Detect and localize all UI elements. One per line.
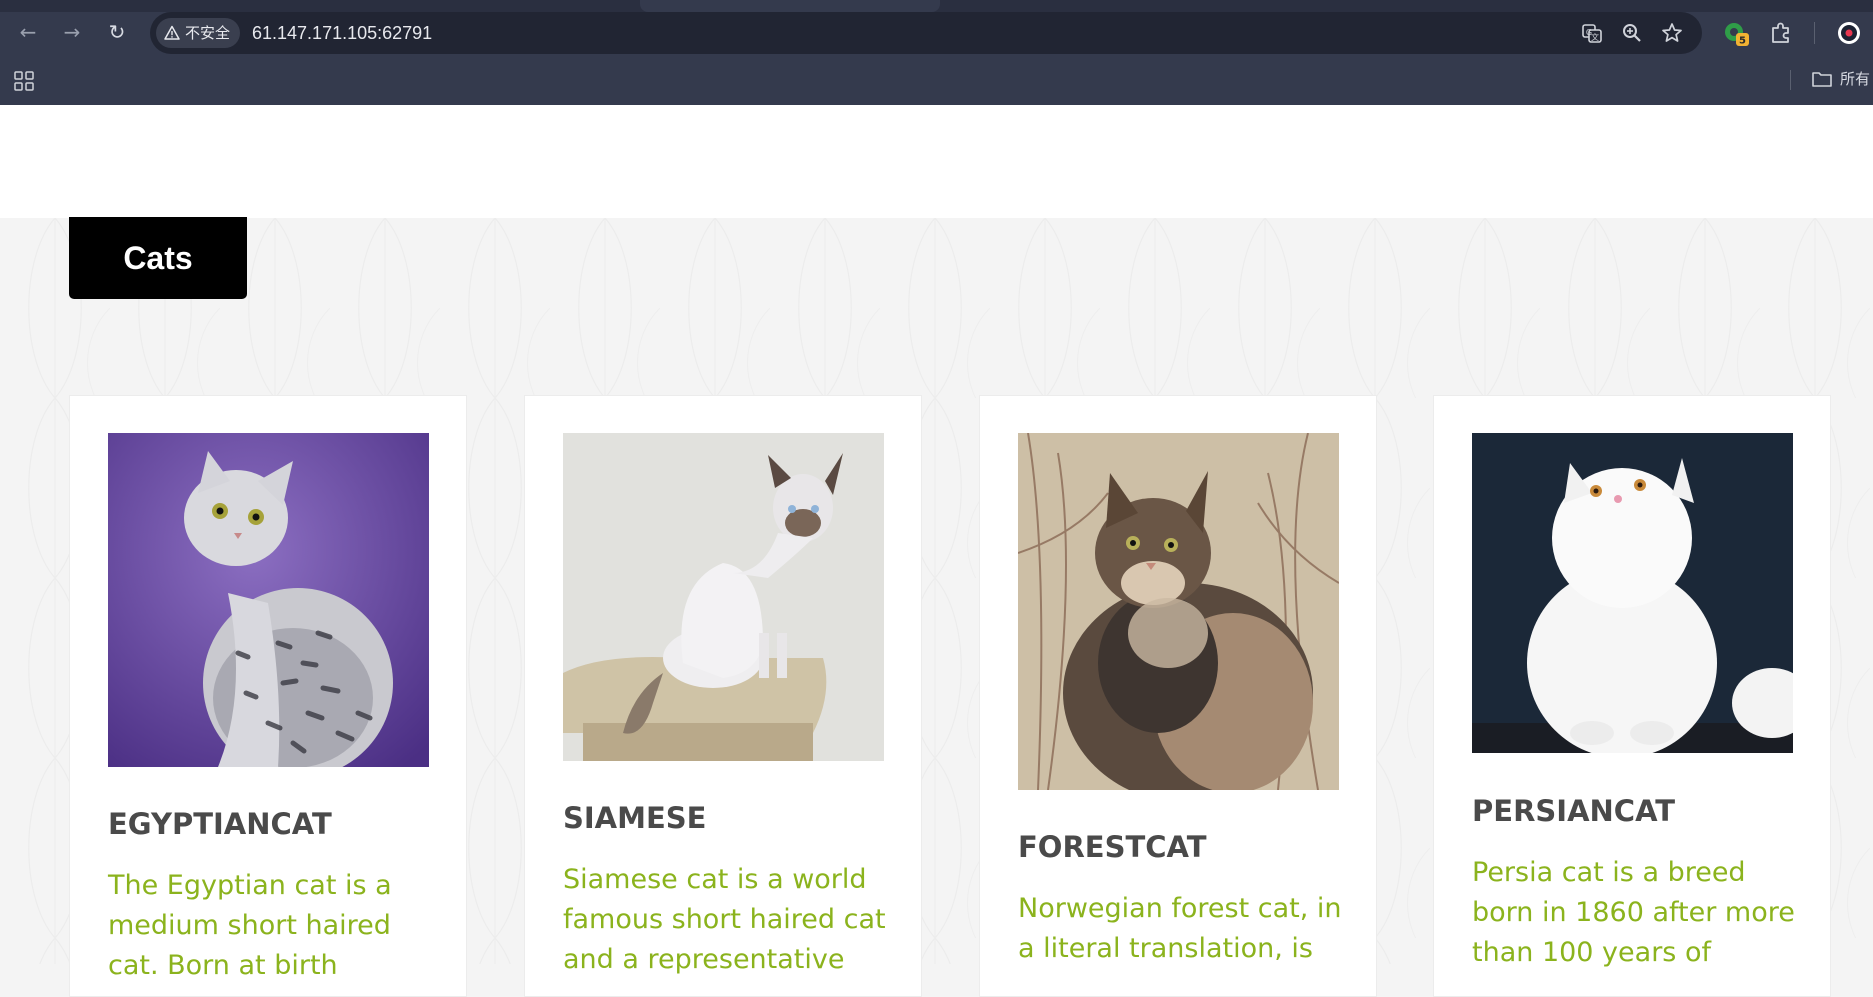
bookmark-star-icon[interactable]: [1660, 21, 1684, 45]
card-description-persian: Persia cat is a breed born in 1860 after…: [1472, 857, 1795, 968]
cat-card-egyptian[interactable]: EGYPTIANCAT The Egyptian cat is a medium…: [69, 395, 467, 997]
translate-icon[interactable]: G 文: [1580, 21, 1604, 45]
profile-avatar-icon[interactable]: [1836, 20, 1862, 46]
card-description-forest: Norwegian forest cat, in a literal trans…: [1018, 893, 1342, 964]
address-bar[interactable]: 不安全 61.147.171.105:62791 G 文: [150, 12, 1702, 54]
card-description-egyptian: The Egyptian cat is a medium short haire…: [108, 870, 392, 981]
url-text[interactable]: 61.147.171.105:62791: [252, 12, 432, 54]
persian-cat-image: [1472, 433, 1793, 753]
extension-icon[interactable]: 5: [1723, 20, 1749, 46]
forest-cat-image: [1018, 433, 1339, 790]
cat-card-persian[interactable]: PERSIANCAT Persia cat is a breed born in…: [1433, 395, 1831, 997]
siamese-cat-image: [563, 433, 884, 761]
folder-icon: [1812, 72, 1832, 87]
all-bookmarks-folder[interactable]: 所有: [1812, 68, 1870, 90]
cats-header-tab[interactable]: Cats: [69, 217, 247, 299]
cat-photo-siamese[interactable]: [563, 433, 884, 761]
bookmarks-bar: [0, 64, 1873, 105]
bookmark-folder-label: 所有: [1840, 70, 1871, 88]
cat-photo-persian[interactable]: [1472, 433, 1793, 753]
page-header-area: [0, 105, 1873, 218]
zoom-icon[interactable]: [1620, 21, 1644, 45]
card-title-siamese[interactable]: SIAMESE: [563, 801, 707, 835]
card-title-egyptian[interactable]: EGYPTIANCAT: [108, 807, 332, 841]
cat-card-forest[interactable]: FORESTCAT Norwegian forest cat, in a lit…: [979, 395, 1377, 997]
card-title-persian[interactable]: PERSIANCAT: [1472, 794, 1675, 828]
card-description-siamese: Siamese cat is a world famous short hair…: [563, 864, 886, 975]
bookmarks-separator: [1790, 70, 1791, 90]
cat-photo-forest[interactable]: [1018, 433, 1339, 790]
card-title-forest[interactable]: FORESTCAT: [1018, 830, 1207, 864]
back-button[interactable]: ←: [14, 18, 42, 46]
svg-text:文: 文: [1591, 32, 1599, 42]
apps-grid-icon[interactable]: [14, 71, 34, 91]
forward-button[interactable]: →: [58, 18, 86, 46]
warning-icon: [164, 25, 180, 40]
extension-badge-count: 5: [1739, 36, 1746, 47]
tab-strip-edge: [0, 0, 1873, 12]
egyptian-cat-image: [108, 433, 429, 767]
cat-photo-egyptian[interactable]: [108, 433, 429, 767]
reload-button[interactable]: ↻: [103, 18, 131, 46]
cat-card-siamese[interactable]: SIAMESE Siamese cat is a world famous sh…: [524, 395, 922, 997]
extensions-puzzle-icon[interactable]: [1768, 20, 1794, 46]
security-chip[interactable]: 不安全: [156, 18, 241, 48]
security-label: 不安全: [185, 24, 231, 42]
toolbar-separator: [1814, 22, 1815, 44]
